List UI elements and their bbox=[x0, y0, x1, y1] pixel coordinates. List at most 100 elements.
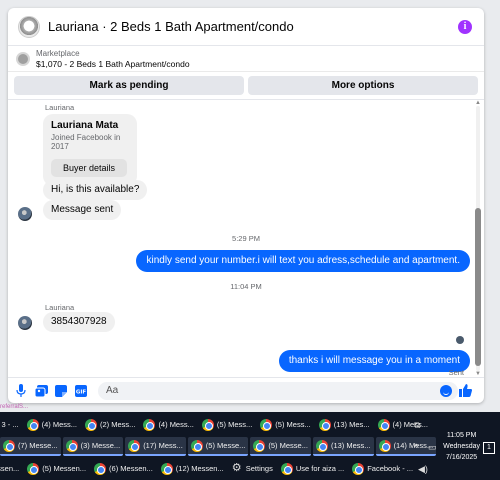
taskbar-item-label: (4) Mess... bbox=[41, 420, 78, 429]
timestamp: 5:29 PM bbox=[232, 234, 260, 243]
chrome-icon bbox=[190, 439, 203, 452]
taskbar-item[interactable]: essen... bbox=[0, 459, 22, 478]
chrome-icon bbox=[143, 418, 156, 431]
marketplace-listing[interactable]: Marketplace $1,070 - 2 Beds 1 Bath Apart… bbox=[8, 46, 484, 72]
taskbar-item[interactable]: (7) Messe... bbox=[0, 437, 61, 456]
scroll-thumb[interactable] bbox=[475, 208, 481, 366]
thumbs-up-icon[interactable] bbox=[458, 384, 472, 398]
taskbar-item-label: (7) Messe... bbox=[18, 441, 58, 450]
taskbar-item[interactable]: (5) Mess... bbox=[257, 415, 313, 434]
taskbar-item-label: (17) Mess... bbox=[143, 441, 183, 450]
chrome-icon bbox=[280, 462, 293, 475]
taskbar-item[interactable]: (6) Messen... bbox=[91, 459, 156, 478]
buyer-card: Lauriana Mata Joined Facebook in 2017 Bu… bbox=[43, 114, 137, 186]
taskbar-row-1: ork 3 - ... (4) Mess... (2) Mess... (4) Mes… bbox=[0, 414, 433, 435]
taskbar-item-label: (13) Mess... bbox=[330, 441, 371, 450]
volume-icon[interactable]: ◀) bbox=[418, 464, 428, 475]
taskbar-item-label: Use for aiza ... bbox=[295, 464, 345, 473]
taskbar-item[interactable]: ⚙ Settings bbox=[229, 459, 276, 478]
chrome-icon bbox=[26, 418, 39, 431]
taskbar-item-label: (5) Messe... bbox=[268, 441, 308, 450]
listing-actions: Mark as pending More options bbox=[8, 72, 484, 100]
clock-date: 7/16/2025 bbox=[446, 454, 478, 461]
chrome-icon bbox=[260, 418, 273, 431]
taskbar-item[interactable]: (3) Messe... bbox=[62, 437, 124, 456]
chrome-icon bbox=[3, 439, 15, 452]
chrome-icon bbox=[65, 439, 78, 452]
seen-avatar bbox=[456, 336, 464, 344]
message-bubble-outgoing: kindly send your number.i will text you … bbox=[136, 250, 470, 272]
message-bubble-incoming: Message sent bbox=[43, 200, 122, 220]
sender-name: Lauriana bbox=[45, 103, 75, 112]
clock-time: 11:05 PM bbox=[446, 432, 477, 439]
chrome-icon bbox=[128, 439, 141, 452]
timestamp: 11:04 PM bbox=[230, 282, 262, 291]
taskbar-item[interactable]: (13) Mes... bbox=[316, 415, 373, 434]
chrome-icon bbox=[253, 439, 266, 452]
marketplace-label: Marketplace bbox=[36, 48, 80, 58]
chrome-icon bbox=[160, 462, 173, 475]
scrollbar[interactable]: ▲ ▼ bbox=[474, 100, 482, 377]
listing-price-title: $1,070 - 2 Beds 1 Bath Apartment/condo bbox=[36, 58, 190, 69]
taskbar-item[interactable]: (4) Mess... bbox=[140, 415, 196, 434]
gif-icon[interactable]: GIF bbox=[74, 384, 88, 398]
listing-avatar[interactable] bbox=[18, 15, 40, 38]
taskbar-item-label: (2) Mess... bbox=[100, 420, 136, 429]
sticker-icon[interactable] bbox=[54, 384, 68, 398]
taskbar-item-label: essen... bbox=[0, 464, 20, 473]
taskbar-item-label: (4) Mess... bbox=[158, 420, 194, 429]
emoji-icon[interactable] bbox=[440, 384, 452, 397]
chat-header: Lauriana · 2 Beds 1 Bath Apartment/condo… bbox=[8, 8, 484, 46]
message-input[interactable] bbox=[98, 381, 458, 400]
taskbar-item-label: (5) Mess... bbox=[275, 420, 311, 429]
task-view-icon[interactable]: ⧉ bbox=[414, 420, 420, 431]
taskbar-item-label: Settings bbox=[245, 464, 273, 473]
listing-thumbnail bbox=[16, 51, 30, 66]
taskbar-row-2: (7) Messe... (3) Messe... (17) Mess... (5) … bbox=[0, 436, 438, 457]
taskbar-item[interactable]: (12) Messen... bbox=[158, 459, 227, 478]
chrome-icon bbox=[315, 439, 328, 452]
bookmark-strip-text[interactable]: referralS... bbox=[0, 404, 28, 410]
chrome-icon bbox=[27, 462, 40, 475]
more-options-button[interactable]: More options bbox=[248, 76, 478, 95]
taskbar-item[interactable]: (5) Messe... bbox=[250, 437, 311, 456]
buyer-joined: Joined Facebook in 2017 bbox=[51, 133, 121, 151]
taskbar-item[interactable]: ork 3 - ... bbox=[0, 415, 22, 434]
chrome-icon bbox=[85, 418, 98, 431]
system-tray: ⧉ ^ ▭ ◀) 11:05 PM Wednesday 7/16/2025 1 bbox=[408, 412, 500, 480]
chrome-icon bbox=[377, 418, 390, 431]
taskbar-item[interactable]: (5) Messe... bbox=[187, 437, 249, 456]
taskbar-item[interactable]: (17) Mess... bbox=[125, 437, 186, 456]
taskbar-item[interactable]: (5) Messen... bbox=[24, 459, 89, 478]
chat-title[interactable]: Lauriana · 2 Beds 1 Bath Apartment/condo bbox=[48, 19, 294, 34]
taskbar-item[interactable]: Facebook - ... bbox=[349, 459, 416, 478]
microphone-icon[interactable] bbox=[14, 384, 28, 398]
message-status: Sent bbox=[448, 368, 464, 377]
gear-icon: ⚙ bbox=[231, 462, 242, 474]
chat-window: Lauriana · 2 Beds 1 Bath Apartment/condo… bbox=[8, 8, 484, 403]
taskbar-item-label: (5) Mess... bbox=[216, 420, 253, 429]
info-icon[interactable]: i bbox=[458, 20, 472, 34]
svg-text:GIF: GIF bbox=[76, 389, 87, 395]
mark-as-pending-button[interactable]: Mark as pending bbox=[14, 76, 244, 95]
taskbar-item[interactable]: (2) Mess... bbox=[82, 415, 138, 434]
notification-icon[interactable]: 1 bbox=[483, 442, 495, 454]
photo-icon[interactable] bbox=[34, 384, 48, 398]
taskbar-item[interactable]: (13) Mess... bbox=[312, 437, 374, 456]
taskbar-item[interactable]: (4) Mess... bbox=[24, 415, 80, 434]
taskbar-item[interactable]: (5) Mess... bbox=[199, 415, 255, 434]
composer-bar: GIF bbox=[8, 377, 484, 403]
chrome-icon bbox=[378, 439, 391, 452]
taskbar-item-label: (3) Messe... bbox=[80, 441, 121, 450]
chrome-icon bbox=[201, 418, 214, 431]
system-clock[interactable]: 11:05 PM Wednesday 7/16/2025 bbox=[443, 430, 480, 463]
taskbar-item-label: (12) Messen... bbox=[175, 464, 224, 473]
taskbar-item[interactable]: Use for aiza ... bbox=[278, 459, 347, 478]
chevron-up-icon[interactable]: ^ bbox=[414, 442, 418, 452]
buyer-avatar[interactable] bbox=[18, 207, 32, 221]
buyer-name: Lauriana Mata bbox=[51, 120, 119, 131]
buyer-avatar[interactable] bbox=[18, 316, 32, 330]
network-icon[interactable]: ▭ bbox=[428, 442, 437, 453]
taskbar-item-label: Facebook - ... bbox=[367, 464, 414, 473]
buyer-details-button[interactable]: Buyer details bbox=[51, 159, 127, 177]
